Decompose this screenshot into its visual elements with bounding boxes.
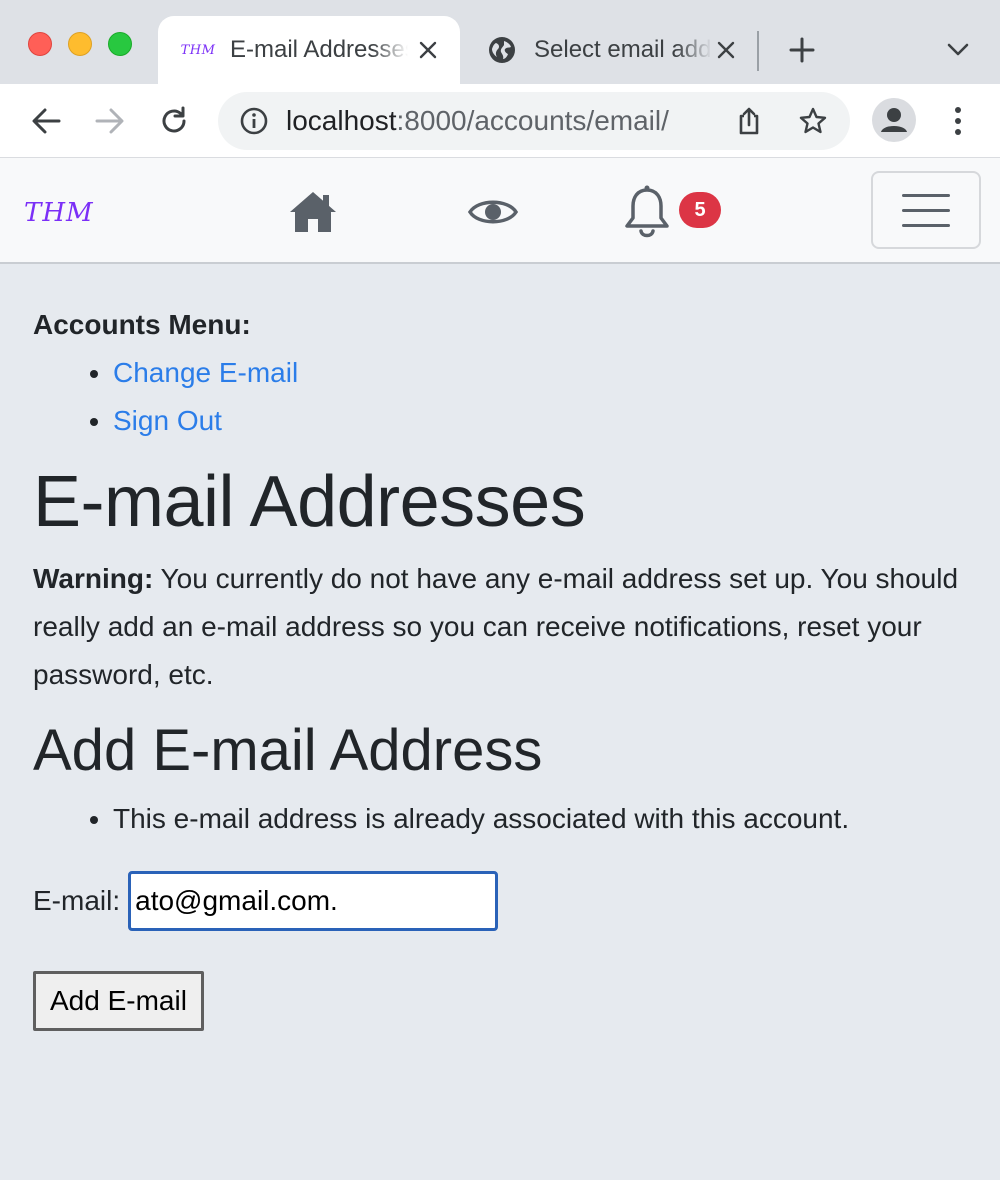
email-form-row: E-mail: [33,871,973,931]
warning-label: Warning: [33,563,154,594]
page-title: E-mail Addresses [33,462,586,542]
share-icon[interactable] [734,106,764,136]
change-email-link[interactable]: Change E-mail [113,357,298,388]
eye-icon[interactable] [468,194,518,230]
add-email-heading: Add E-mail Address [33,718,543,783]
url-text[interactable]: localhost:8000/accounts/email/ [286,105,669,137]
brand-logo[interactable]: THM [24,198,94,228]
notification-count-badge: 5 [679,192,721,228]
browser-toolbar: localhost:8000/accounts/email/ [0,84,1000,158]
bell-icon[interactable] [622,184,672,240]
home-icon[interactable] [288,190,338,234]
add-email-button[interactable]: Add E-mail [33,971,204,1031]
forward-arrow-icon[interactable] [92,103,128,139]
tab-divider [757,31,759,71]
browser-tab-strip: THM E-mail Addresses Select email addres… [0,0,1000,84]
window-zoom-button[interactable] [108,32,132,56]
email-label: E-mail: [33,885,121,916]
bookmark-star-icon[interactable] [798,106,828,136]
reload-icon[interactable] [156,103,192,139]
back-arrow-icon[interactable] [28,103,64,139]
thm-favicon-icon: THM [180,42,216,58]
list-item: Sign Out [113,397,973,445]
warning-message: Warning: You currently do not have any e… [33,555,973,699]
tab-close-icon[interactable] [714,38,738,62]
sign-out-link[interactable]: Sign Out [113,405,222,436]
hamburger-menu-icon [902,193,950,197]
warning-text: You currently do not have any e-mail add… [33,563,959,690]
tab-search-chevron-icon[interactable] [944,38,972,62]
tab-title: Select email address [534,36,712,63]
list-item: Change E-mail [113,349,973,397]
hamburger-menu-icon [902,208,950,212]
profile-avatar-icon[interactable] [872,98,916,142]
tab-email-addresses[interactable]: THM E-mail Addresses [158,16,460,84]
window-close-button[interactable] [28,32,52,56]
hamburger-menu-icon [902,223,950,227]
site-navbar: THM 5 [0,158,1000,264]
address-bar[interactable]: localhost:8000/accounts/email/ [218,92,850,150]
globe-icon [486,35,518,65]
window-minimize-button[interactable] [68,32,92,56]
email-field[interactable] [128,871,499,931]
new-tab-plus-icon[interactable] [786,34,818,66]
form-errors-list: This e-mail address is already associate… [33,795,973,843]
tab-select-email[interactable]: Select email address [462,16,758,84]
site-info-icon[interactable] [240,107,268,135]
tab-close-icon[interactable] [416,38,440,62]
hamburger-menu-button[interactable] [871,171,981,249]
browser-menu-kebab-icon[interactable] [944,104,972,138]
tab-title: E-mail Addresses [230,36,408,63]
main-content: Accounts Menu: Change E-mail Sign Out E-… [33,290,973,1031]
accounts-menu-list: Change E-mail Sign Out [33,349,973,445]
error-message: This e-mail address is already associate… [113,795,973,843]
accounts-menu-title: Accounts Menu: [33,309,251,340]
